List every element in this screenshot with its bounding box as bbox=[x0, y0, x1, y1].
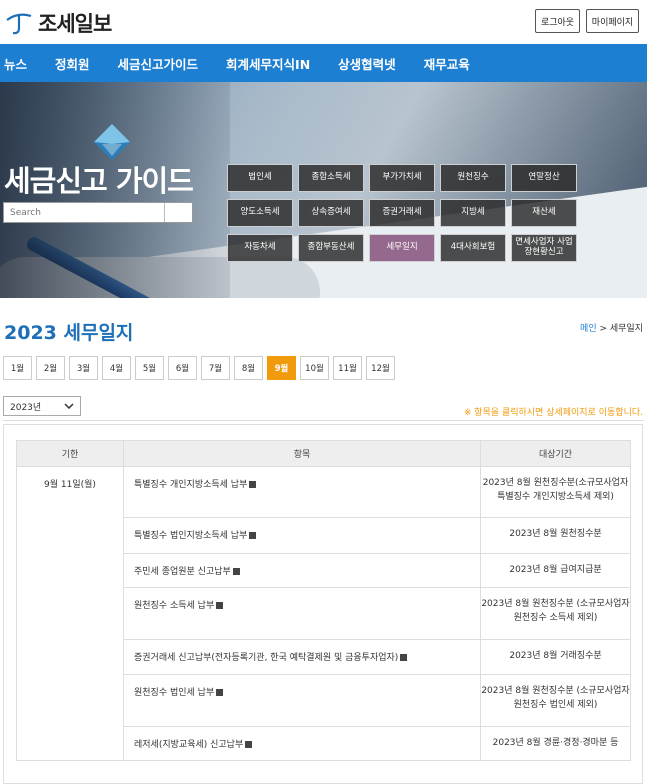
month-tab-2[interactable]: 2월 bbox=[36, 356, 65, 380]
nav-item-tax-guide[interactable]: 세금신고가이드 bbox=[118, 54, 199, 73]
main-nav: 뉴스 정회원 세금신고가이드 회계세무지식IN 상생협력넷 재무교육 bbox=[0, 44, 647, 82]
period-cell: 2023년 8월 거래징수분 bbox=[480, 639, 631, 675]
tax-btn-securities[interactable]: 증권거래세 bbox=[369, 199, 435, 227]
month-tab-7[interactable]: 7월 bbox=[201, 356, 230, 380]
item-cell[interactable]: 원천징수 법인세 납부 bbox=[123, 674, 481, 727]
period-cell: 2023년 8월 원천징수분(소규모사업자 특별징수 개인지방소득세 제외) bbox=[480, 466, 631, 518]
site-header: 조세일보 로그아웃 마이페이지 bbox=[0, 0, 647, 44]
search-input[interactable] bbox=[4, 203, 164, 222]
tax-category-grid: 법인세 종합소득세 부가가치세 원천징수 연말정산 양도소득세 상속증여세 증권… bbox=[227, 164, 577, 262]
notice-text: ※ 항목을 클릭하시면 상세페이지로 이동합니다. bbox=[463, 408, 643, 418]
item-cell[interactable]: 레저세(지방교육세) 신고납부 bbox=[123, 726, 481, 761]
col-header-period: 대상기간 bbox=[480, 440, 631, 467]
tax-btn-local[interactable]: 지방세 bbox=[440, 199, 506, 227]
month-tab-3[interactable]: 3월 bbox=[69, 356, 98, 380]
tax-btn-vehicle[interactable]: 자동차세 bbox=[227, 234, 293, 262]
period-cell: 2023년 8월 경륜·경정·경마분 등 bbox=[480, 726, 631, 761]
date-cell: 9월 11일(월) bbox=[16, 466, 124, 761]
tax-btn-transfer[interactable]: 양도소득세 bbox=[227, 199, 293, 227]
hero-banner: 세금신고 가이드 법인세 종합소득세 부가가치세 원천징수 연말정산 양도소득세… bbox=[0, 82, 647, 298]
item-link[interactable]: 특별징수 개인지방소득세 납부 bbox=[134, 480, 247, 490]
external-link-icon bbox=[216, 602, 224, 609]
month-tab-12[interactable]: 12월 bbox=[366, 356, 395, 380]
month-tab-9[interactable]: 9월 bbox=[267, 356, 296, 380]
item-link[interactable]: 특별징수 법인지방소득세 납부 bbox=[134, 531, 247, 541]
tax-btn-comprehensive-realestate[interactable]: 종합부동산세 bbox=[298, 234, 364, 262]
mypage-button[interactable]: 마이페이지 bbox=[586, 9, 639, 33]
nav-item-membership[interactable]: 정회원 bbox=[55, 54, 90, 73]
period-cell: 2023년 8월 원천징수분 (소규모사업자 원천징수 법인세 제외) bbox=[480, 674, 631, 727]
period-cell: 2023년 8월 원천징수분 bbox=[480, 517, 631, 554]
item-link[interactable]: 레저세(지방교육세) 신고납부 bbox=[134, 740, 243, 750]
item-link[interactable]: 원천징수 소득세 납부 bbox=[134, 601, 214, 611]
item-cell[interactable]: 주민세 종업원분 신고납부 bbox=[123, 553, 481, 588]
item-link[interactable]: 주민세 종업원분 신고납부 bbox=[134, 567, 231, 577]
tax-btn-vat[interactable]: 부가가치세 bbox=[369, 164, 435, 192]
breadcrumb: 메인 > 세무일지 bbox=[580, 321, 643, 334]
nav-item-news[interactable]: 뉴스 bbox=[4, 54, 27, 73]
breadcrumb-separator: > bbox=[596, 324, 610, 334]
tax-btn-withholding[interactable]: 원천징수 bbox=[440, 164, 506, 192]
nav-item-coop-net[interactable]: 상생협력넷 bbox=[338, 54, 396, 73]
month-tab-5[interactable]: 5월 bbox=[135, 356, 164, 380]
banner-search bbox=[3, 202, 193, 223]
month-tab-10[interactable]: 10월 bbox=[300, 356, 329, 380]
month-tab-6[interactable]: 6월 bbox=[168, 356, 197, 380]
month-tab-1[interactable]: 1월 bbox=[3, 356, 32, 380]
logout-button[interactable]: 로그아웃 bbox=[535, 9, 580, 33]
item-cell[interactable]: 원천징수 소득세 납부 bbox=[123, 587, 481, 640]
item-cell[interactable]: 특별징수 개인지방소득세 납부 bbox=[123, 466, 481, 518]
nav-item-finance-edu[interactable]: 재무교육 bbox=[424, 54, 470, 73]
external-link-icon bbox=[216, 689, 224, 696]
external-link-icon bbox=[232, 568, 240, 575]
month-tab-11[interactable]: 11월 bbox=[333, 356, 362, 380]
period-cell: 2023년 8월 급여지급분 bbox=[480, 553, 631, 588]
tax-btn-corporate[interactable]: 법인세 bbox=[227, 164, 293, 192]
col-header-deadline: 기한 bbox=[16, 440, 124, 467]
item-cell[interactable]: 특별징수 법인지방소득세 납부 bbox=[123, 517, 481, 554]
tax-calendar-table: 기한 항목 대상기간 9월 11일(월) 특별징수 개인지방소득세 납부 202… bbox=[16, 440, 631, 761]
tax-btn-tax-calendar[interactable]: 세무일지 bbox=[369, 234, 435, 262]
period-cell: 2023년 8월 원천징수분 (소규모사업자 원천징수 소득세 제외) bbox=[480, 587, 631, 640]
nav-item-accounting-in[interactable]: 회계세무지식IN bbox=[226, 54, 310, 73]
external-link-icon bbox=[249, 481, 257, 488]
external-link-icon bbox=[249, 532, 257, 539]
month-tab-8[interactable]: 8월 bbox=[234, 356, 263, 380]
banner-title: 세금신고 가이드 bbox=[4, 164, 194, 198]
item-link[interactable]: 원천징수 법인세 납부 bbox=[134, 688, 214, 698]
breadcrumb-home[interactable]: 메인 bbox=[580, 324, 597, 334]
cube-icon bbox=[94, 124, 130, 160]
external-link-icon bbox=[245, 741, 253, 748]
table-row: 9월 11일(월) 특별징수 개인지방소득세 납부 2023년 8월 원천징수분… bbox=[16, 466, 631, 761]
year-select-value: 2023년 bbox=[10, 402, 42, 413]
tax-btn-inheritance[interactable]: 상속증여세 bbox=[298, 199, 364, 227]
tax-btn-exempt-business[interactable]: 면세사업자 사업장현황신고 bbox=[511, 234, 577, 262]
logo-text: 조세일보 bbox=[38, 12, 112, 36]
tax-btn-income[interactable]: 종합소득세 bbox=[298, 164, 364, 192]
external-link-icon bbox=[400, 654, 408, 661]
tax-btn-property[interactable]: 재산세 bbox=[511, 199, 577, 227]
item-cell[interactable]: 증권거래세 신고납부(전자등록기관, 한국 예탁결제원 및 금융투자업자) bbox=[123, 639, 481, 675]
year-select[interactable]: 2023년 bbox=[3, 396, 81, 416]
item-link[interactable]: 증권거래세 신고납부(전자등록기관, 한국 예탁결제원 및 금융투자업자) bbox=[134, 653, 398, 663]
col-header-item: 항목 bbox=[123, 440, 481, 467]
site-logo[interactable]: 조세일보 bbox=[4, 8, 112, 38]
divider bbox=[3, 420, 644, 421]
breadcrumb-current: 세무일지 bbox=[609, 324, 643, 334]
tax-btn-year-end[interactable]: 연말정산 bbox=[511, 164, 577, 192]
logo-mark-icon bbox=[6, 13, 32, 35]
tax-btn-social-insurance[interactable]: 4대사회보험 bbox=[440, 234, 506, 262]
month-tab-4[interactable]: 4월 bbox=[102, 356, 131, 380]
page-title: 2023 세무일지 bbox=[4, 322, 134, 344]
chevron-down-icon bbox=[64, 403, 74, 409]
month-tabs: 1월 2월 3월 4월 5월 6월 7월 8월 9월 10월 11월 12월 bbox=[3, 356, 399, 380]
search-button[interactable] bbox=[164, 203, 192, 222]
